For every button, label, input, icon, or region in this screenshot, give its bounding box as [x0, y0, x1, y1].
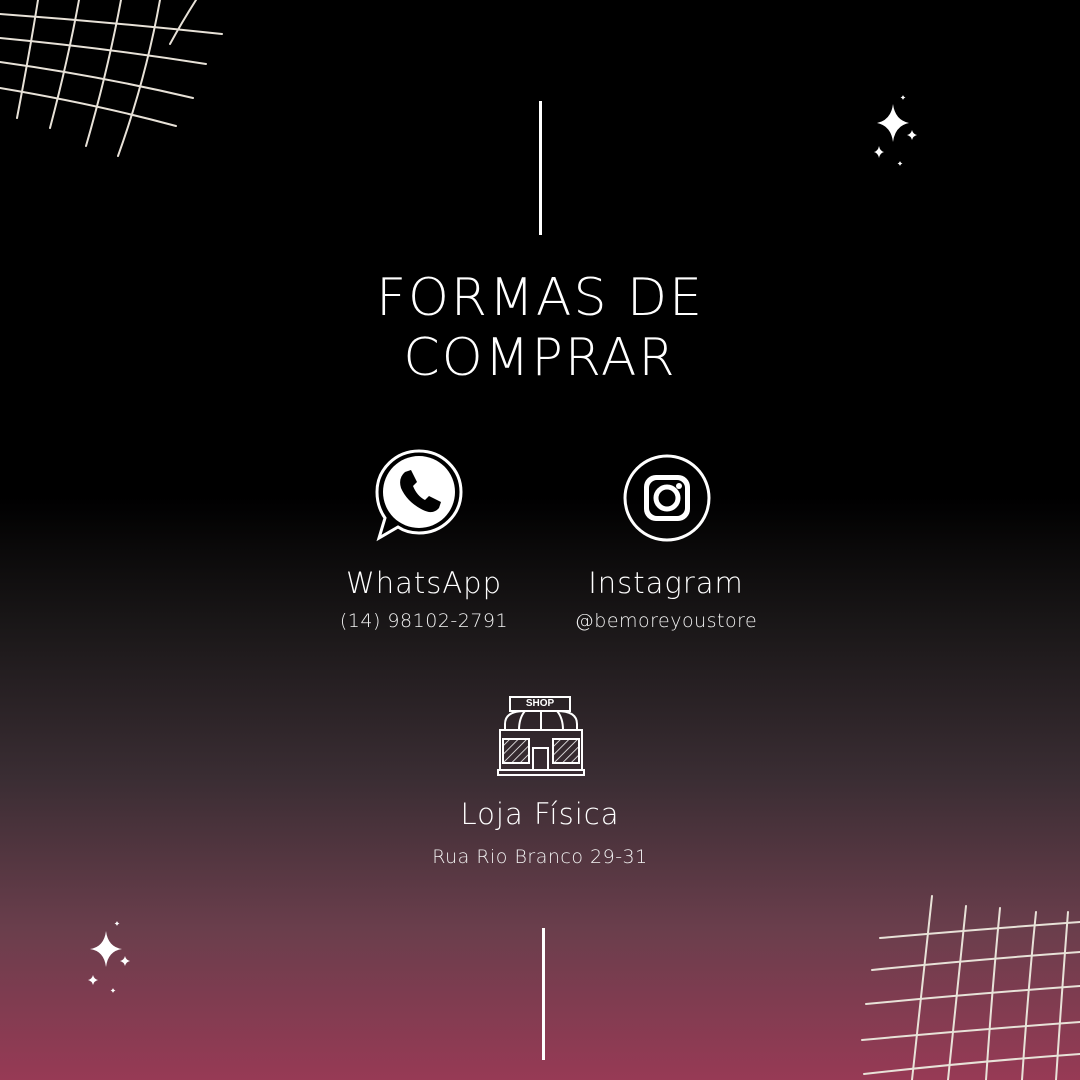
shop-icon: SHOP	[495, 694, 587, 780]
grid-decoration-top-left	[0, 0, 223, 157]
whatsapp-icon[interactable]	[373, 448, 465, 544]
grid-decoration-bottom-right	[861, 895, 1080, 1080]
instagram-handle[interactable]: @bemoreyoustore	[536, 610, 796, 632]
instagram-label: Instagram	[588, 566, 744, 600]
instagram-icon[interactable]	[622, 453, 712, 543]
divider-line-bottom	[542, 928, 545, 1060]
page-title-line1: FORMAS DE	[376, 268, 704, 328]
page-title-line2: COMPRAR	[403, 328, 677, 388]
shop-sign-text: SHOP	[525, 698, 555, 709]
store-address: Rua Rio Branco 29-31	[432, 846, 648, 868]
whatsapp-label: WhatsApp	[346, 566, 502, 600]
poster: FORMAS DE COMPRAR WhatsApp (14) 98102-27…	[0, 0, 1080, 1080]
divider-line-top	[539, 101, 542, 235]
whatsapp-number[interactable]: (14) 98102-2791	[314, 610, 534, 632]
sparkle-icon	[874, 95, 917, 166]
store-label: Loja Física	[460, 797, 620, 831]
sparkle-icon	[88, 921, 130, 993]
